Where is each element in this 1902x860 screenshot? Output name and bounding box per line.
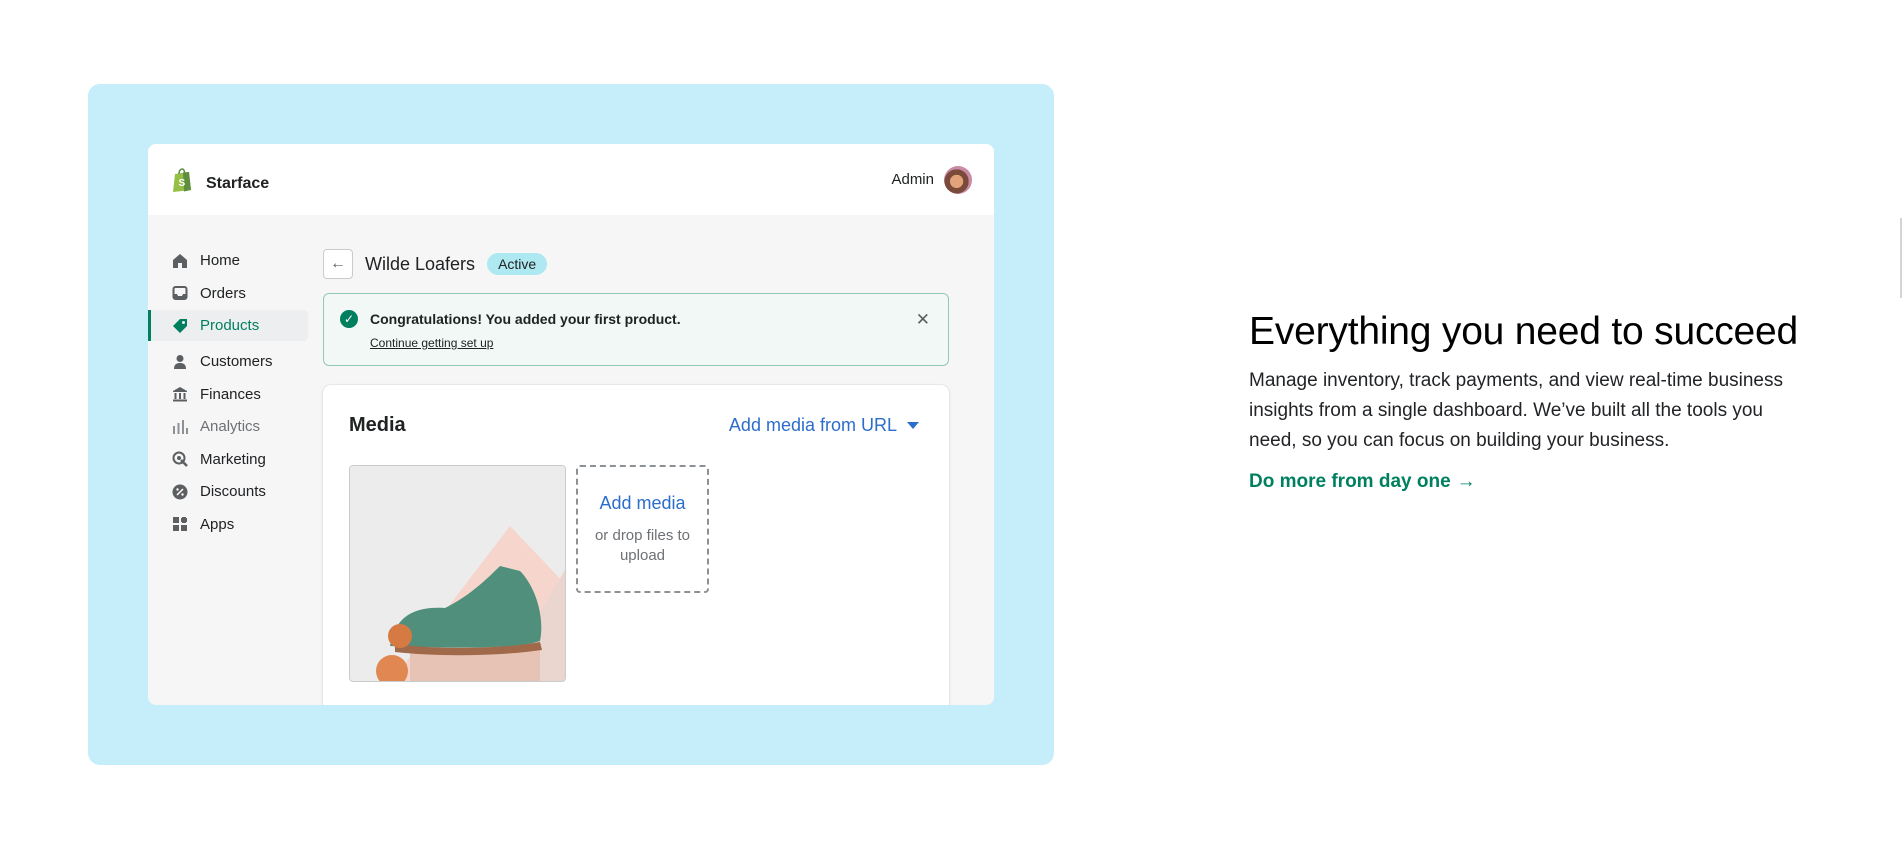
bank-icon bbox=[172, 386, 188, 402]
app-topbar: S Starface Admin bbox=[148, 144, 994, 215]
sidebar-item-apps[interactable]: Apps bbox=[148, 509, 316, 540]
banner-title: Congratulations! You added your first pr… bbox=[370, 311, 681, 327]
sidebar-item-orders[interactable]: Orders bbox=[148, 278, 316, 309]
sidebar-item-label: Apps bbox=[200, 515, 235, 533]
sidebar: Home Orders Products Customers Finances … bbox=[148, 215, 316, 705]
sidebar-item-label: Home bbox=[200, 252, 241, 269]
cta-label: Do more from day one bbox=[1249, 471, 1451, 492]
continue-setup-link[interactable]: Continue getting set up bbox=[370, 336, 493, 350]
sidebar-item-finances[interactable]: Finances bbox=[148, 379, 316, 410]
do-more-link[interactable]: Do more from day one → bbox=[1249, 471, 1476, 493]
page-title: Wilde Loafers bbox=[365, 253, 476, 274]
sidebar-item-discounts[interactable]: Discounts bbox=[148, 476, 316, 507]
home-icon bbox=[172, 253, 188, 269]
add-media-link[interactable]: Add media bbox=[599, 493, 685, 514]
apps-icon bbox=[172, 516, 188, 532]
product-showcase-panel: S Starface Admin Home Orders Products Cu… bbox=[88, 84, 1054, 765]
add-media-url-label: Add media from URL bbox=[728, 415, 897, 435]
discount-icon bbox=[172, 484, 188, 500]
sidebar-item-label: Finances bbox=[200, 385, 261, 403]
close-icon[interactable]: ✕ bbox=[916, 310, 930, 330]
svg-text:S: S bbox=[179, 178, 186, 189]
sidebar-item-label: Products bbox=[200, 317, 260, 334]
store-name: Starface bbox=[206, 174, 270, 192]
feature-copy: Everything you need to succeed Manage in… bbox=[1249, 308, 1829, 493]
add-media-from-url-button[interactable]: Add media from URL bbox=[729, 415, 919, 436]
status-badge: Active bbox=[487, 253, 548, 275]
media-title: Media bbox=[349, 414, 406, 436]
back-button[interactable]: ← bbox=[323, 249, 353, 279]
sidebar-item-products[interactable]: Products bbox=[148, 310, 308, 341]
sidebar-item-label: Orders bbox=[200, 284, 246, 302]
product-header: ← Wilde Loafers Active bbox=[323, 249, 548, 279]
admin-label: Admin bbox=[891, 171, 934, 188]
success-banner: ✓ Congratulations! You added your first … bbox=[323, 293, 949, 366]
admin-app-mockup: S Starface Admin Home Orders Products Cu… bbox=[148, 144, 994, 705]
arrow-right-icon: → bbox=[1456, 471, 1476, 492]
shopify-bag-icon: S bbox=[172, 167, 192, 192]
avatar[interactable] bbox=[944, 165, 972, 194]
checkmark-icon: ✓ bbox=[340, 310, 358, 328]
media-dropzone[interactable]: Add media or drop files to upload bbox=[576, 465, 709, 593]
sidebar-item-customers[interactable]: Customers bbox=[148, 346, 316, 377]
sidebar-item-label: Marketing bbox=[200, 450, 266, 468]
sidebar-item-home[interactable]: Home bbox=[148, 245, 316, 276]
page: S Starface Admin Home Orders Products Cu… bbox=[0, 0, 1902, 860]
target-icon bbox=[172, 451, 188, 467]
caret-down-icon bbox=[907, 422, 919, 429]
section-headline: Everything you need to succeed bbox=[1249, 310, 1799, 353]
product-image[interactable] bbox=[349, 465, 566, 682]
section-body: Manage inventory, track payments, and vi… bbox=[1249, 370, 1784, 451]
sidebar-item-label: Customers bbox=[200, 353, 273, 370]
arrow-left-icon: ← bbox=[330, 255, 346, 272]
person-icon bbox=[172, 354, 188, 370]
sidebar-item-marketing[interactable]: Marketing bbox=[148, 444, 316, 475]
dropzone-hint: or drop files to upload bbox=[594, 526, 691, 564]
tag-icon bbox=[172, 318, 188, 334]
sidebar-item-label: Analytics bbox=[200, 418, 261, 435]
sidebar-item-label: Discounts bbox=[200, 483, 266, 500]
bar-chart-icon bbox=[172, 419, 188, 435]
inbox-icon bbox=[172, 285, 188, 301]
media-card: Media Add media from URL Add media or dr… bbox=[323, 385, 949, 705]
main-content: ← Wilde Loafers Active ✓ Congratulations… bbox=[323, 215, 956, 705]
brand: S Starface bbox=[172, 167, 269, 193]
admin-menu[interactable]: Admin bbox=[891, 165, 972, 194]
sidebar-item-analytics[interactable]: Analytics bbox=[148, 411, 316, 442]
